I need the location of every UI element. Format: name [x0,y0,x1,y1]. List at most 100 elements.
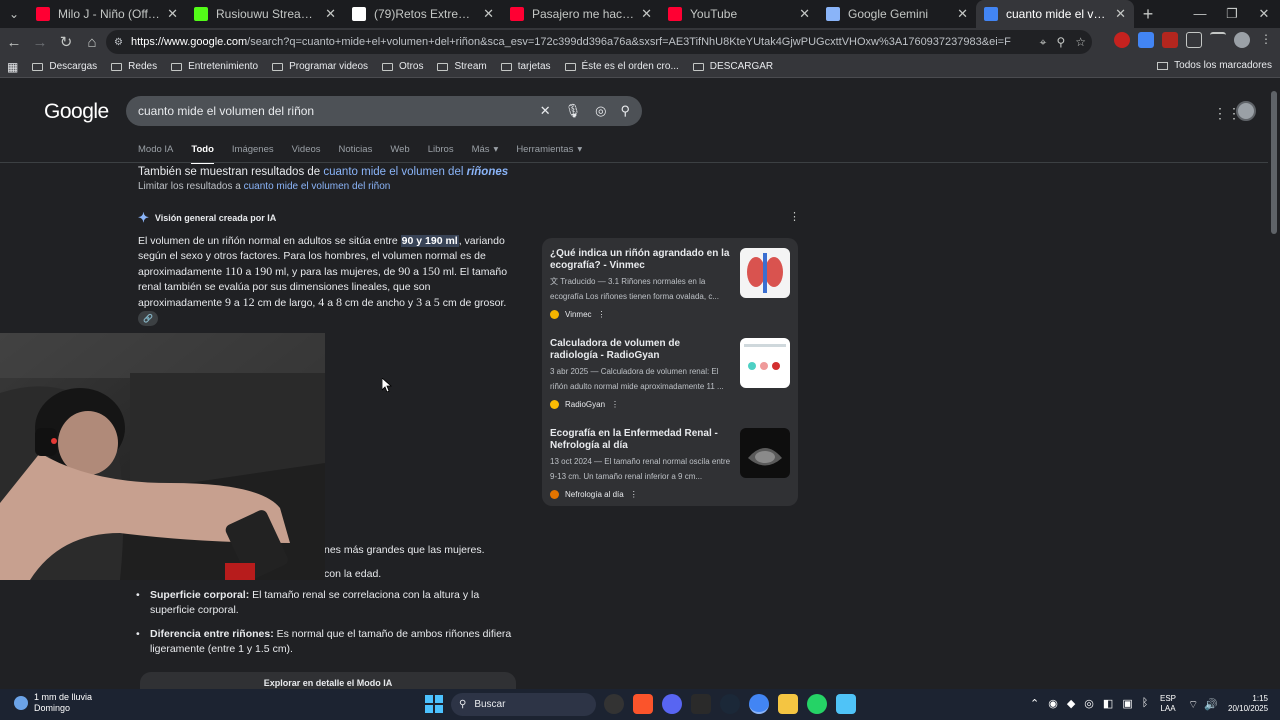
scrollbar-thumb[interactable] [1271,91,1277,234]
extensions-puzzle-icon[interactable] [1186,32,1202,48]
weather-widget[interactable]: 1 mm de lluvia Domingo [14,692,92,714]
app-icon[interactable] [836,694,856,714]
more-options-icon[interactable]: ⋮ [630,490,638,499]
bookmark-item[interactable]: Descargas [25,61,104,72]
browser-tab[interactable]: Milo J - Niño (Official Video) - Y ✕ [28,0,186,28]
search-tab[interactable]: Herramientas [516,144,573,164]
close-tab-icon[interactable]: ✕ [957,6,968,22]
tray-app-icon[interactable]: ◉ [1048,697,1058,710]
browser-tab[interactable]: (79)Retos Extremos con 7VIP Fi ✕ [344,0,502,28]
close-tab-icon[interactable]: ✕ [799,6,810,22]
extension-red-icon[interactable] [1114,32,1130,48]
extension-m-icon[interactable] [1162,32,1178,48]
chrome-icon[interactable] [749,694,769,714]
source-card[interactable]: Ecografía en la Enfermedad Renal - Nefro… [550,428,790,510]
obs-icon[interactable] [604,694,624,714]
card-thumbnail[interactable] [740,248,790,298]
tab-search-button[interactable]: ⌄ [0,0,28,28]
minimize-icon[interactable]: — [1184,0,1216,28]
bookmark-item[interactable]: Redes [104,61,164,72]
search-icon[interactable]: ⚲ [620,103,630,119]
zoom-icon[interactable]: ⚲ [1056,35,1065,50]
file-explorer-icon[interactable] [778,694,798,714]
close-tab-icon[interactable]: ✕ [167,6,178,22]
close-tab-icon[interactable]: ✕ [1115,6,1126,22]
browser-tab[interactable]: Rusiouwu Stream - Watch Live ✕ [186,0,344,28]
discord-icon[interactable] [662,694,682,714]
explore-ai-mode-button[interactable]: Explorar en detalle el Modo IA [140,672,516,689]
apps-grid-icon[interactable]: ▦ [0,60,25,74]
search-box[interactable]: cuanto mide el volumen del riñon ✕ 🎙 ◎ ⚲ [126,96,642,126]
windows-start-icon[interactable] [425,695,443,713]
all-bookmarks[interactable]: Todos los marcadores [1157,60,1272,71]
location-icon[interactable]: ⌖ [1040,35,1047,50]
close-tab-icon[interactable]: ✕ [483,6,494,22]
bookmark-item[interactable]: Otros [375,61,430,72]
browser-tab[interactable]: Pasajero me hace caer a propó ✕ [502,0,660,28]
bookmark-item[interactable]: tarjetas [494,61,558,72]
translate-extension-icon[interactable] [1138,32,1154,48]
bookmark-item[interactable]: Entretenimiento [164,61,265,72]
card-thumbnail[interactable] [740,428,790,478]
search-tab[interactable]: Web [390,144,409,164]
card-title[interactable]: ¿Qué indica un riñón agrandado en la eco… [550,248,730,272]
tray-app-icon[interactable]: ◎ [1084,697,1094,710]
tray-app-icon[interactable]: ▣ [1122,697,1132,710]
search-tab[interactable]: Videos [292,144,321,164]
profile-icon[interactable] [1234,32,1250,48]
bookmark-star-icon[interactable]: ☆ [1075,35,1086,50]
search-tab[interactable]: Todo [191,144,214,164]
bookmark-item[interactable]: Éste es el orden cro... [558,61,686,72]
more-options-icon[interactable]: ⋮ [611,400,619,409]
lens-icon[interactable]: ◎ [595,103,606,119]
bluetooth-icon[interactable]: ᛒ [1142,697,1149,710]
tray-app-icon[interactable]: ◆ [1067,697,1075,710]
network-volume[interactable]: ⌔ 🔊 [1188,698,1218,712]
link-icon[interactable]: 🔗 [138,311,158,326]
menu-dots-icon[interactable]: ⋮ [1258,32,1274,48]
bookmark-item[interactable]: Stream [430,61,493,72]
epic-games-icon[interactable] [691,694,711,714]
account-avatar[interactable] [1236,101,1256,121]
close-tab-icon[interactable]: ✕ [325,6,336,22]
close-tab-icon[interactable]: ✕ [641,6,652,22]
steam-icon[interactable] [720,694,740,714]
clock[interactable]: 1:15 20/10/2025 [1228,694,1268,714]
media-control-icon[interactable] [1210,32,1226,48]
whatsapp-icon[interactable] [807,694,827,714]
bookmark-item[interactable]: DESCARGAR [686,61,780,72]
close-window-icon[interactable]: ✕ [1248,0,1280,28]
forward-icon[interactable]: → [28,34,52,51]
google-logo[interactable]: Google [44,100,109,124]
taskbar-search[interactable]: ⚲ Buscar [451,693,596,716]
card-thumbnail[interactable] [740,338,790,388]
restore-icon[interactable]: ❐ [1216,0,1248,28]
search-tab[interactable]: Más [472,144,490,164]
home-icon[interactable]: ⌂ [80,34,104,51]
search-tab[interactable]: Libros [428,144,454,164]
card-title[interactable]: Ecografía en la Enfermedad Renal - Nefro… [550,428,730,452]
search-tab[interactable]: Imágenes [232,144,274,164]
page-scrollbar[interactable] [1268,79,1280,689]
microphone-icon[interactable]: 🎙 [565,103,582,119]
chevron-up-icon[interactable]: ⌃ [1030,697,1039,710]
reload-icon[interactable]: ↻ [54,33,78,51]
clear-icon[interactable]: ✕ [540,103,551,119]
bookmark-item[interactable]: Programar videos [265,61,375,72]
source-card[interactable]: Calculadora de volumen de radiología - R… [550,338,790,420]
back-icon[interactable]: ← [2,34,26,51]
site-info-icon[interactable]: ⚙ [114,37,123,48]
more-options-icon[interactable]: ⋮ [598,310,606,319]
new-tab-button[interactable]: + [1134,4,1162,25]
more-options-icon[interactable]: ⋮ [789,210,800,223]
browser-tab[interactable]: Google Gemini ✕ [818,0,976,28]
source-card[interactable]: ¿Qué indica un riñón agrandado en la eco… [550,248,790,330]
limit-link[interactable]: cuanto mide el volumen del riñon [244,181,391,192]
search-query[interactable]: cuanto mide el volumen del riñon [138,104,314,118]
browser-tab[interactable]: cuanto mide el volumen del riñ ✕ [976,0,1134,28]
language-indicator[interactable]: ESP LAA [1160,694,1176,714]
card-title[interactable]: Calculadora de volumen de radiología - R… [550,338,730,362]
tray-app-icon[interactable]: ◧ [1103,697,1113,710]
address-bar[interactable]: ⚙ https://www.google.com/search?q=cuanto… [106,30,1092,54]
search-tab[interactable]: Modo IA [138,144,173,164]
